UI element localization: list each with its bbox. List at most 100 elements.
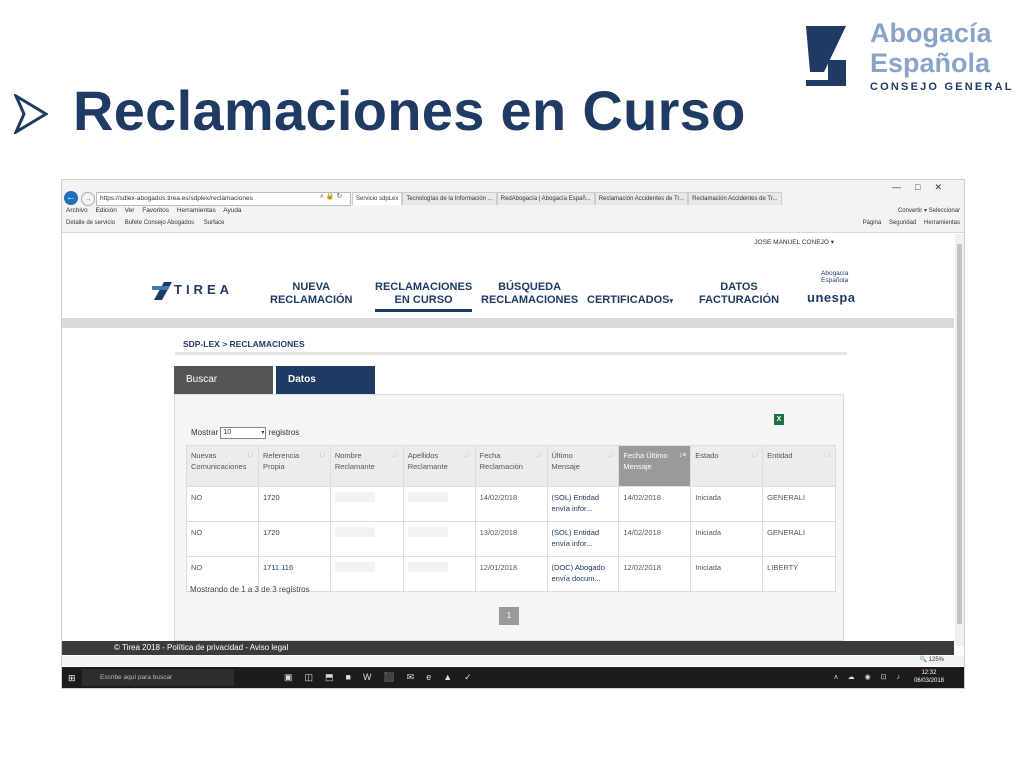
- breadcrumb: SDP-LEX > RECLAMACIONES: [183, 339, 305, 349]
- address-bar[interactable]: https://sdlex-abogados.tirea.es/sdplex/r…: [96, 192, 351, 206]
- select-button[interactable]: Seleccionar: [929, 208, 960, 214]
- zoom-icon: 🔍: [919, 657, 929, 663]
- taskbar-clock[interactable]: 12:32 06/03/2018: [914, 669, 944, 685]
- abogacia-logo: Abogacía Española CONSEJO GENERAL: [800, 18, 1011, 98]
- cell-fecha: 14/02/2018: [474, 486, 548, 522]
- pagination-page-button[interactable]: 1: [499, 607, 519, 625]
- sort-icon: ↓↑: [463, 452, 471, 459]
- cell-nombre-redacted: [329, 521, 404, 557]
- convert-button[interactable]: Convertir: [898, 208, 922, 214]
- windows-start-icon[interactable]: ⊞: [68, 673, 76, 684]
- menu-item[interactable]: Ver: [125, 207, 135, 214]
- col-referencia[interactable]: Referencia Propia ↓↑: [257, 445, 331, 487]
- nav-datos-facturacion[interactable]: DATOS FACTURACIÓN: [699, 281, 779, 307]
- excel-export-icon[interactable]: X: [774, 414, 784, 425]
- system-tray-icon[interactable]: ʌ ☁ ◉ ⊡ ♪: [834, 673, 904, 681]
- user-menu[interactable]: JOSE MANUEL CONEJO ▾: [754, 238, 834, 246]
- sort-icon: ↓↑: [607, 452, 615, 459]
- cell-referencia-link[interactable]: 1720: [257, 486, 331, 522]
- tab-buscar[interactable]: Buscar: [174, 366, 273, 394]
- menu-item[interactable]: Ayuda: [223, 207, 241, 214]
- nav-busqueda-reclamaciones[interactable]: BÚSQUEDA RECLAMACIONES: [481, 281, 578, 307]
- cell-referencia-link[interactable]: 1720: [257, 521, 331, 557]
- favorites-bar: Detalle de servicio Bufete Consejo Aboga…: [66, 220, 232, 226]
- clock-time: 12:32: [921, 670, 937, 676]
- nav-label: RECLAMACIONES: [375, 281, 473, 293]
- page-length-control: Mostrar 10 ▾ registros: [191, 427, 299, 439]
- browser-tab[interactable]: Tecnologías de la Información ...: [402, 192, 497, 205]
- favorite-item[interactable]: Detalle de servicio: [66, 220, 115, 226]
- cell-apellidos-redacted: [402, 486, 476, 522]
- col-apellidos[interactable]: Apellidos Reclamante ↓↑: [402, 445, 476, 487]
- page-length-value: 10: [223, 429, 232, 436]
- logo-line1: Abogacía: [870, 18, 992, 48]
- sort-icon: ↓↑: [318, 452, 326, 459]
- page-length-select[interactable]: 10 ▾: [220, 427, 267, 439]
- refresh-icon[interactable]: ⌕ 🔒 ↻: [320, 192, 342, 201]
- browser-chrome: —□✕ ← → https://sdlex-abogados.tirea.es/…: [62, 180, 964, 233]
- convert-toolbar: Convertir ▾ Seleccionar: [897, 208, 960, 214]
- taskbar-apps-icon[interactable]: ▣◫⬒■W⬛✉e▲✓: [284, 672, 484, 683]
- zoom-level: 125%: [928, 657, 944, 663]
- command-bar: Página Seguridad Herramientas: [857, 220, 960, 226]
- menu-item[interactable]: Archivo: [66, 207, 88, 214]
- col-entidad[interactable]: Entidad ↓↑: [762, 445, 836, 487]
- col-nuevas[interactable]: Nuevas Comunicaciones ↓↑: [186, 445, 259, 487]
- taskbar-search[interactable]: Escribe aquí para buscar: [82, 669, 234, 686]
- cell-nombre-redacted: [329, 556, 404, 592]
- cell-apellidos-redacted: [402, 521, 476, 557]
- forward-icon[interactable]: →: [81, 192, 95, 206]
- sort-icon: ↓↑: [246, 452, 254, 459]
- col-estado[interactable]: Estado ↓↑: [690, 445, 764, 487]
- cell-estado: Iniciada: [690, 556, 764, 592]
- col-fecha-reclamacion[interactable]: Fecha Reclamación ↓↑: [474, 445, 548, 487]
- vertical-scrollbar[interactable]: [955, 234, 964, 646]
- browser-tab[interactable]: Servicio sdpLex: [352, 192, 403, 205]
- table-info: Mostrando de 1 a 3 de 3 registros: [190, 585, 310, 594]
- windows-taskbar: ⊞ Escribe aquí para buscar ▣◫⬒■W⬛✉e▲✓ ʌ …: [62, 667, 964, 688]
- command-item[interactable]: Página: [863, 220, 882, 226]
- tab-datos[interactable]: Datos: [276, 366, 375, 394]
- favorite-item[interactable]: Bufete Consejo Abogados: [125, 220, 194, 226]
- menu-item[interactable]: Herramientas: [177, 207, 216, 214]
- nav-reclamaciones-en-curso[interactable]: RECLAMACIONES EN CURSO: [375, 281, 473, 312]
- browser-screenshot: —□✕ ← → https://sdlex-abogados.tirea.es/…: [61, 179, 965, 689]
- registros-label: registros: [268, 428, 300, 438]
- browser-tab[interactable]: RedAbogacía | Abogacía Españ...: [496, 192, 595, 205]
- col-fecha-ultimo-mensaje[interactable]: Fecha Último Mensaje ↓≡: [618, 445, 692, 487]
- tirea-logo: TIREA: [152, 278, 232, 306]
- cell-nombre-redacted: [329, 486, 404, 522]
- cell-fecha-ultimo: 12/02/2018: [618, 556, 692, 592]
- cell-ultimo-mensaje[interactable]: (SOL) Entidad envía infor...: [546, 521, 620, 557]
- menu-item[interactable]: Favoritos: [142, 207, 169, 214]
- unespa-logo: unespa: [807, 290, 856, 305]
- cell-ultimo-mensaje[interactable]: (DOC) Abogado envía docum...: [546, 556, 620, 592]
- command-item[interactable]: Herramientas: [924, 220, 960, 226]
- chevron-down-icon: ▾: [669, 298, 674, 305]
- back-icon[interactable]: ←: [64, 191, 78, 205]
- menu-bar: Archivo Edición Ver Favoritos Herramient…: [66, 207, 248, 214]
- nav-nueva-reclamacion[interactable]: NUEVA RECLAMACIÓN: [270, 281, 353, 307]
- nav-label: DATOS: [720, 281, 758, 293]
- nav-label: RECLAMACIONES: [481, 294, 579, 306]
- nav-certificados[interactable]: CERTIFICADOS▾: [587, 294, 673, 308]
- cell-fecha: 12/01/2018: [474, 556, 548, 592]
- browser-tab[interactable]: Reclamación Accidentes de Tr...: [594, 192, 689, 205]
- command-item[interactable]: Seguridad: [889, 220, 916, 226]
- logo-line3: CONSEJO GENERAL: [870, 81, 1014, 93]
- cell-apellidos-redacted: [402, 556, 476, 592]
- user-icon: ▾: [830, 239, 834, 246]
- scrollbar-thumb[interactable]: [957, 244, 962, 624]
- col-nombre[interactable]: Nombre Reclamante ↓↑: [329, 445, 404, 487]
- col-ultimo-mensaje[interactable]: Último Mensaje ↓↑: [546, 445, 620, 487]
- zoom-indicator[interactable]: 🔍 125%: [62, 656, 964, 666]
- browser-tabs: Servicio sdpLex Tecnologías de la Inform…: [352, 192, 782, 205]
- cell-ultimo-mensaje[interactable]: (SOL) Entidad envía infor...: [546, 486, 620, 522]
- window-controls[interactable]: —□✕: [892, 182, 956, 193]
- favorite-item[interactable]: Surface: [204, 220, 225, 226]
- menu-item[interactable]: Edición: [96, 207, 117, 214]
- table-row[interactable]: NO 1720 14/02/2018 (SOL) Entidad envía in…: [186, 486, 836, 522]
- cell-fecha: 13/02/2018: [474, 521, 548, 557]
- table-row[interactable]: NO 1720 13/02/2018 (SOL) Entidad envía in…: [186, 521, 836, 557]
- browser-tab[interactable]: Reclamación Accidentes de Tr...: [688, 192, 782, 205]
